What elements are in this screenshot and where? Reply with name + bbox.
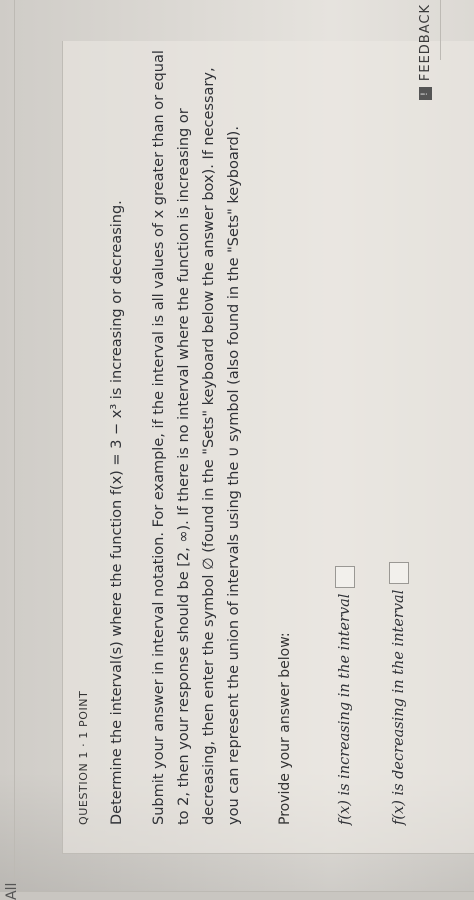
tab-all[interactable]: All bbox=[4, 883, 20, 900]
rotated-content: All QUESTION 1 · 1 POINT Determine the i… bbox=[0, 0, 474, 900]
question-prompt: Determine the interval(s) where the func… bbox=[109, 200, 125, 825]
top-divider bbox=[14, 0, 15, 892]
feedback-icon: ! bbox=[418, 87, 432, 101]
feedback-button[interactable]: ! FEEDBACK bbox=[412, 4, 438, 101]
question-instructions: Submit your answer in interval notation.… bbox=[151, 50, 242, 825]
answer-row-increasing: f(x) is increasing in the interval bbox=[335, 565, 355, 825]
answer-input-decreasing[interactable] bbox=[389, 561, 409, 584]
question-label: QUESTION 1 · 1 POINT bbox=[77, 690, 90, 825]
provide-answer-label: Provide your answer below: bbox=[277, 632, 293, 825]
feedback-divider bbox=[440, 0, 441, 60]
answer-input-increasing[interactable] bbox=[335, 565, 355, 588]
answer-label-increasing: f(x) is increasing in the interval bbox=[337, 593, 353, 825]
question-card: QUESTION 1 · 1 POINT Determine the inter… bbox=[62, 41, 474, 854]
feedback-label: FEEDBACK bbox=[417, 4, 433, 82]
answer-label-decreasing: f(x) is decreasing in the interval bbox=[391, 589, 407, 825]
answer-row-decreasing: f(x) is decreasing in the interval bbox=[389, 561, 409, 825]
page: All QUESTION 1 · 1 POINT Determine the i… bbox=[0, 0, 474, 900]
